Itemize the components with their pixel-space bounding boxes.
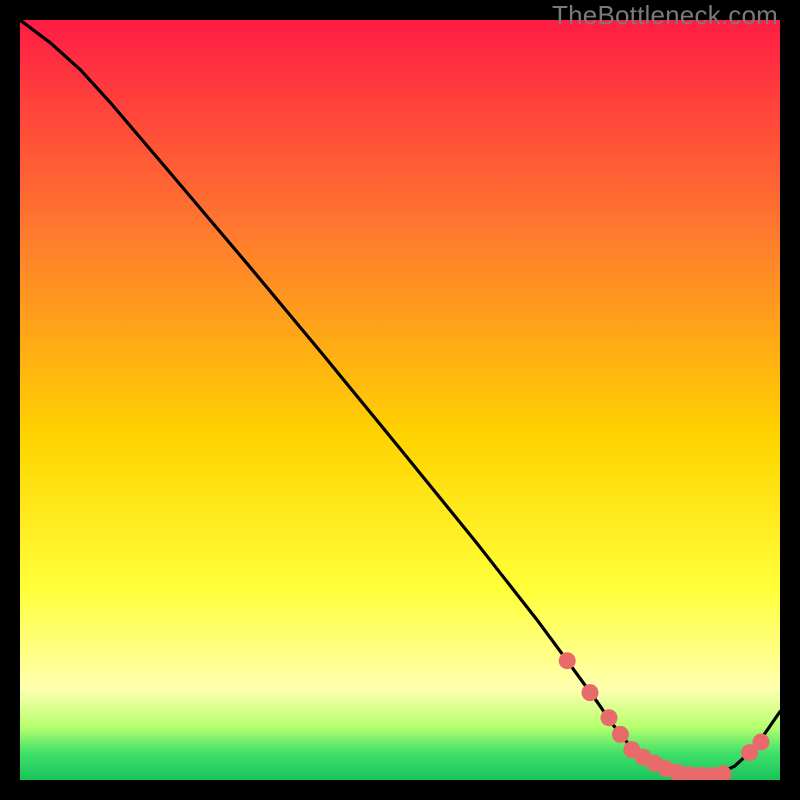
marker-dot	[559, 652, 576, 669]
marker-dot	[582, 684, 599, 701]
chart-frame	[20, 20, 780, 780]
gradient-background	[20, 20, 780, 780]
marker-dot	[601, 709, 618, 726]
bottleneck-chart	[20, 20, 780, 780]
marker-dot	[753, 734, 770, 751]
watermark-text: TheBottleneck.com	[552, 0, 778, 31]
marker-dot	[612, 726, 629, 743]
